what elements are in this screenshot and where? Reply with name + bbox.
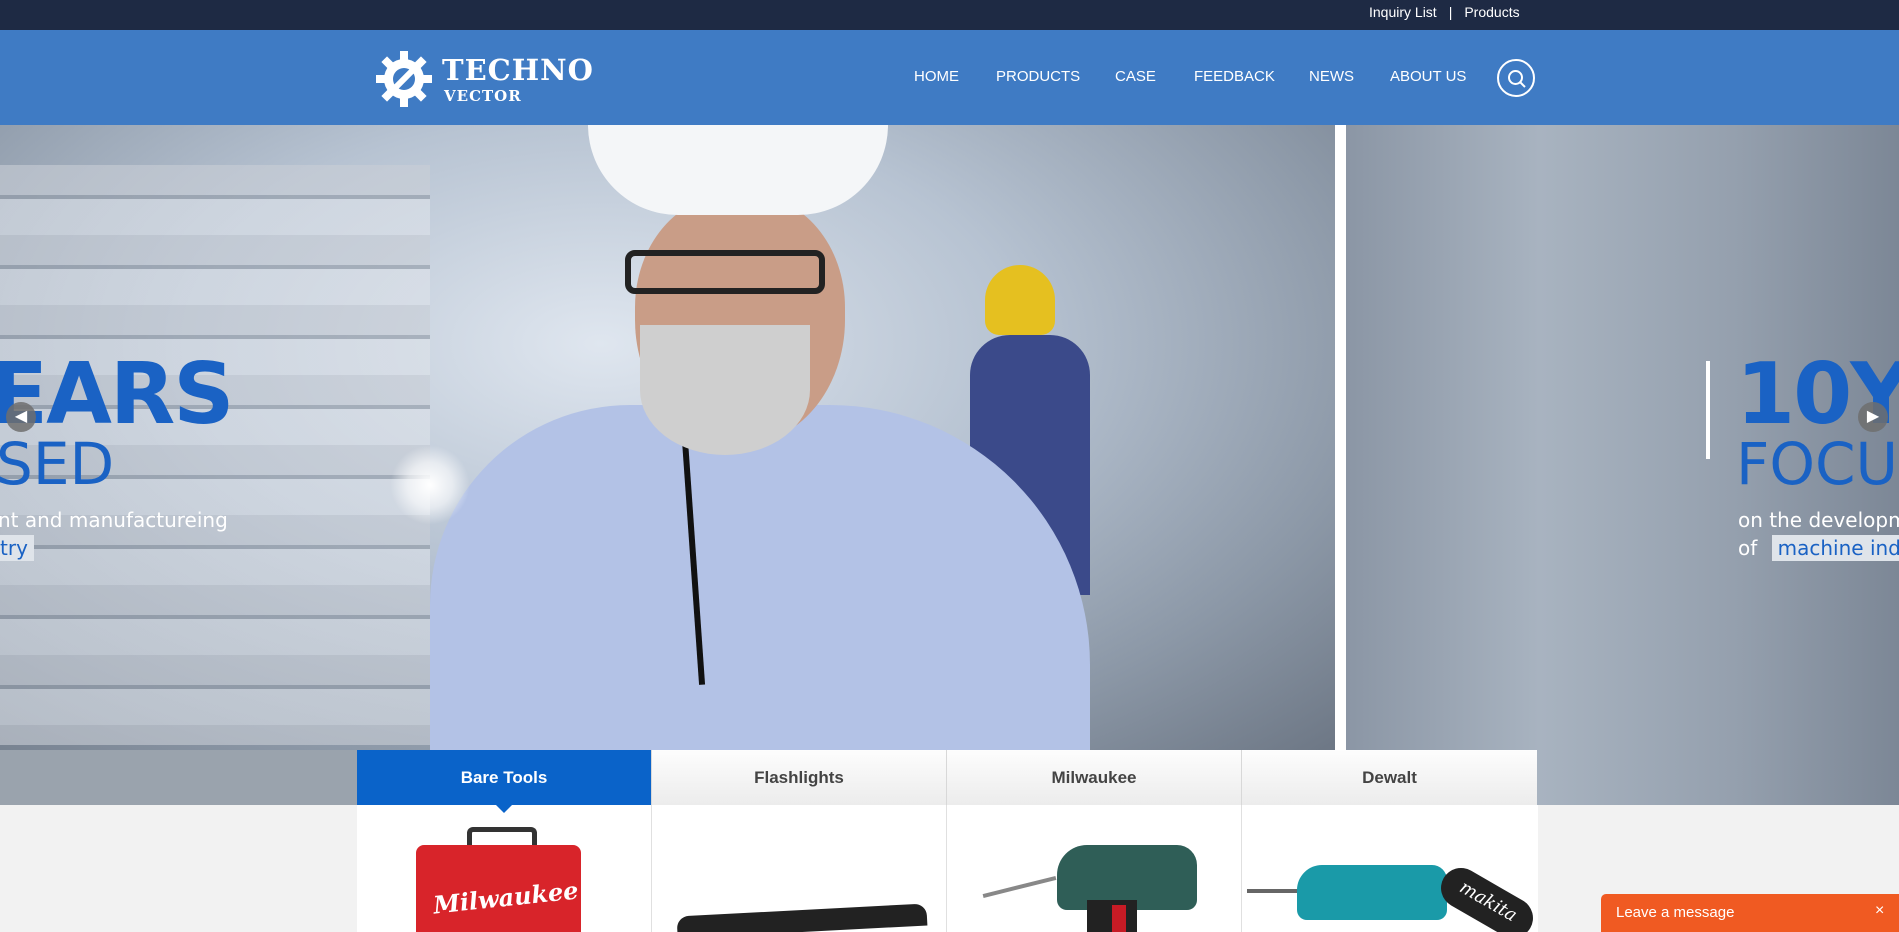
hero-left-highlight: try (0, 535, 34, 561)
search-icon (1508, 70, 1526, 88)
main-navigation: TECHNO VECTOR HOME PRODUCTS CASE FEEDBAC… (0, 30, 1899, 125)
hero-right-tagline: on the developm (1738, 508, 1899, 532)
nav-item-news[interactable]: NEWS (1309, 68, 1354, 85)
logo-text-vector: VECTOR (444, 87, 522, 105)
product-grid: Milwaukee makita (357, 805, 1538, 932)
tab-bare-tools[interactable]: Bare Tools (357, 750, 652, 813)
tab-dewalt[interactable]: Dewalt (1242, 750, 1537, 805)
product-card[interactable] (947, 805, 1242, 932)
top-links-separator: | (1448, 4, 1453, 20)
nav-item-home[interactable]: HOME (914, 68, 959, 85)
gear-logo-icon (376, 51, 432, 107)
hero-flashlight-glow (390, 445, 470, 525)
product-card[interactable] (652, 805, 947, 932)
hero-hard-hat (588, 125, 888, 215)
search-button[interactable] (1497, 59, 1535, 97)
close-icon[interactable]: × (1875, 902, 1884, 920)
product-card[interactable]: makita (1242, 805, 1537, 932)
hero-engineer-glasses (625, 250, 825, 294)
top-links: Inquiry List | Products (1369, 4, 1520, 20)
nav-item-about-us[interactable]: ABOUT US (1390, 68, 1466, 85)
hero-left-tagline: nt and manufactureing (0, 508, 228, 532)
hero-slide-current: EARS SED nt and manufactureing try (0, 125, 1335, 750)
top-utility-bar: Inquiry List | Products (0, 0, 1899, 30)
site-logo[interactable]: TECHNO VECTOR (370, 47, 593, 107)
makita-drill-image (1297, 865, 1447, 920)
product-card[interactable]: Milwaukee (357, 805, 652, 932)
hero-right-accent-line (1706, 361, 1710, 459)
arrow-left-icon[interactable]: ◀ (6, 402, 36, 432)
inquiry-list-link[interactable]: Inquiry List (1369, 4, 1437, 20)
products-link[interactable]: Products (1464, 4, 1519, 20)
arrow-right-icon[interactable]: ▶ (1858, 402, 1888, 432)
leave-message-label: Leave a message (1616, 904, 1735, 921)
nav-item-case[interactable]: CASE (1115, 68, 1156, 85)
hero-slider: EARS SED nt and manufactureing try 10YE … (0, 125, 1899, 805)
makita-drill-bit (1247, 889, 1302, 893)
hero-right-subheadline: FOCUS (1736, 430, 1899, 498)
hero-engineer-beard (640, 325, 810, 455)
logo-text-techno: TECHNO (442, 53, 594, 87)
hero-background-worker-helmet (985, 265, 1055, 335)
nav-item-products[interactable]: PRODUCTS (996, 68, 1080, 85)
tab-flashlights[interactable]: Flashlights (652, 750, 947, 805)
flashlight-image (676, 903, 928, 932)
drill-bit (982, 875, 1057, 899)
leave-message-widget[interactable]: Leave a message × (1601, 894, 1899, 932)
hero-left-subheadline: SED (0, 430, 115, 498)
drill-trigger (1112, 905, 1126, 932)
nav-item-feedback[interactable]: FEEDBACK (1194, 68, 1275, 85)
hero-right-highlight: machine indu (1771, 535, 1899, 561)
tab-milwaukee[interactable]: Milwaukee (947, 750, 1242, 805)
category-tabs: Bare Tools Flashlights Milwaukee Dewalt (357, 750, 1538, 813)
slide-divider (1335, 125, 1346, 750)
hero-slide-next: 10YE FOCUS on the developm of machine in… (1346, 125, 1899, 805)
hero-right-prefix: of (1738, 536, 1758, 560)
